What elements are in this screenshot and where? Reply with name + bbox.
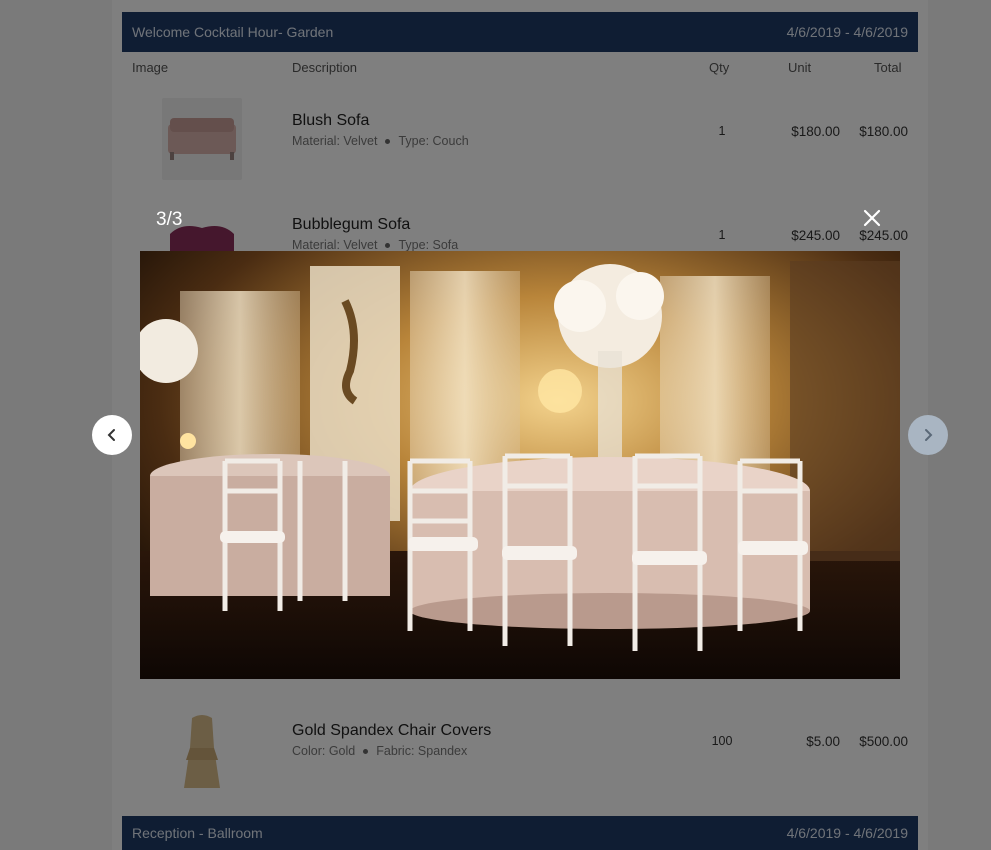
next-image-button[interactable] — [908, 415, 948, 455]
close-button[interactable] — [858, 204, 886, 232]
chevron-right-icon — [925, 429, 933, 441]
previous-image-button[interactable] — [92, 415, 132, 455]
image-counter: 3/3 — [156, 209, 183, 230]
chevron-left-icon — [107, 429, 115, 441]
close-icon — [863, 209, 881, 227]
lightbox-image — [140, 251, 900, 679]
